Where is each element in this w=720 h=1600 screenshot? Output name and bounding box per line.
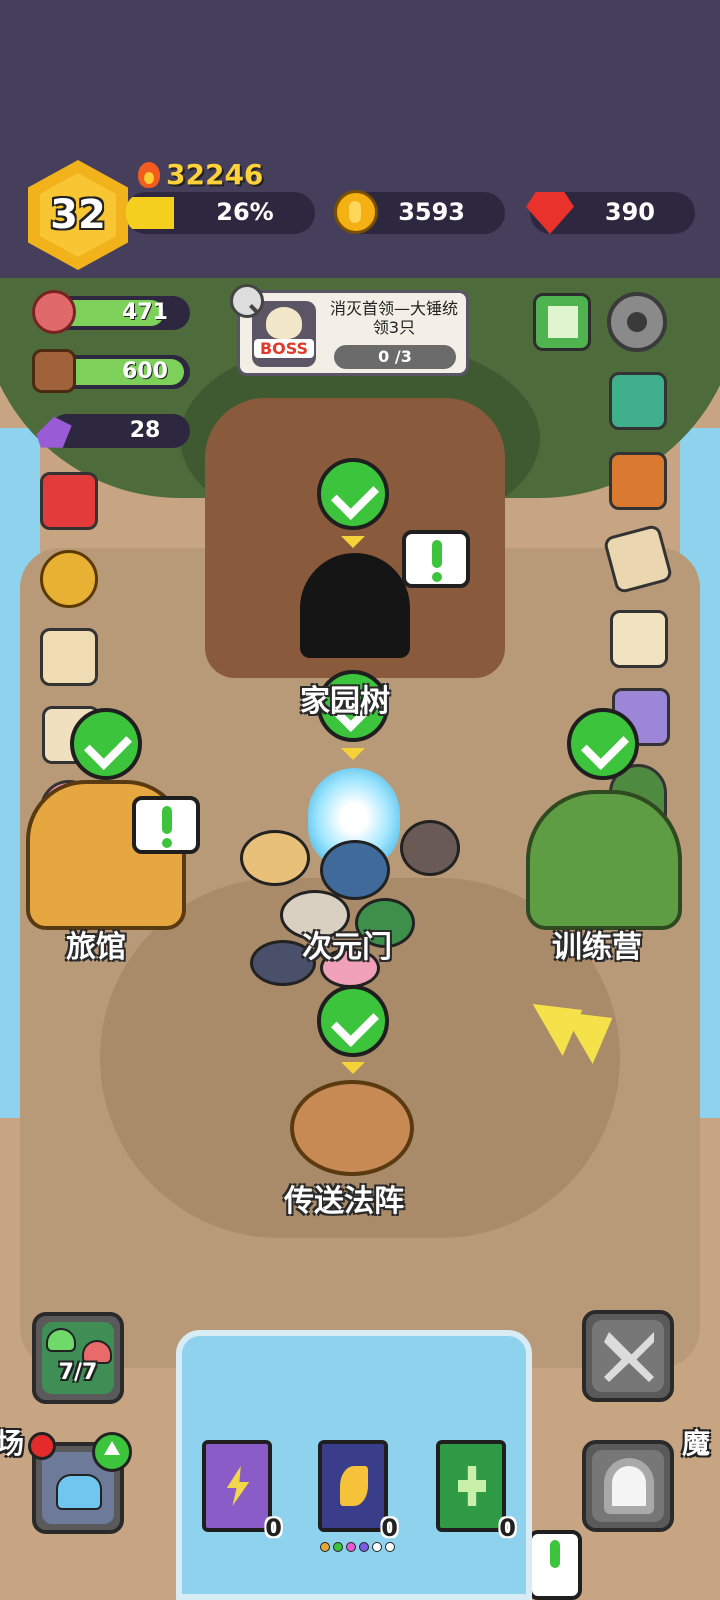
hero-pharaoh[interactable] — [240, 830, 310, 886]
check-icon — [317, 458, 389, 530]
label-training-camp: 训练营 — [552, 930, 642, 965]
green-slime-icon — [46, 1328, 76, 1352]
meat-resource[interactable]: 471 — [32, 290, 190, 334]
boss-quest-panel[interactable]: BOSS 消灭首领—大锤统领3只 0 /3 — [237, 290, 469, 376]
meat-icon — [32, 290, 76, 334]
upgrade-arrow-icon — [92, 1432, 132, 1472]
heal-book-count: 0 — [499, 1514, 516, 1542]
green-book-icon[interactable] — [533, 293, 591, 351]
check-icon — [70, 708, 142, 780]
page-indicator — [320, 1542, 395, 1552]
flame-icon — [138, 161, 160, 188]
label-portal: 次元门 — [302, 930, 392, 965]
scroll-icon[interactable] — [610, 610, 668, 668]
hero-knight[interactable] — [320, 840, 390, 900]
lightning-book-icon[interactable]: 0 — [202, 1440, 282, 1542]
notification-dot-icon — [28, 1432, 56, 1460]
gem-counter[interactable]: 390 — [526, 192, 695, 234]
backpack-icon[interactable] — [609, 452, 667, 510]
ore-value: 28 — [129, 418, 161, 443]
xp-bar-fill — [125, 197, 175, 229]
label-left-building-partial: 场 — [0, 1427, 25, 1460]
xp-percent: 26% — [216, 198, 274, 226]
boss-quest-title: 消灭首领—大锤统领3只 — [329, 299, 458, 337]
player-level: 32 — [50, 192, 106, 238]
medal-badge-icon[interactable] — [40, 550, 98, 608]
gem-value: 390 — [604, 198, 655, 226]
teleport-pad[interactable] — [290, 1080, 414, 1176]
battle-swords-button[interactable] — [582, 1310, 674, 1402]
exclamation-bubble-icon[interactable] — [402, 530, 470, 588]
wing-book-count: 0 — [381, 1514, 398, 1542]
magnifier-icon[interactable] — [230, 284, 264, 318]
exclamation-bubble-icon[interactable] — [132, 796, 200, 854]
label-teleport-array: 传送法阵 — [284, 1184, 404, 1219]
label-inn: 旅馆 — [66, 930, 126, 965]
home-tree-entrance[interactable] — [300, 553, 410, 658]
power-display: 32246 — [138, 158, 263, 191]
boss-skull-icon: BOSS — [252, 301, 316, 367]
boss-badge: BOSS — [254, 339, 314, 358]
boss-quest-progress: 0 /3 — [334, 345, 456, 369]
label-right-building-partial: 魔 — [682, 1427, 711, 1460]
stone-gate-icon — [604, 1458, 654, 1514]
quest-scroll-icon[interactable] — [40, 628, 98, 686]
meat-value: 471 — [122, 300, 168, 325]
mail-envelope-icon[interactable] — [609, 372, 667, 430]
wing-book-icon[interactable]: 0 — [318, 1440, 398, 1542]
gold-coin-icon — [334, 190, 378, 234]
slime-team-button[interactable]: 7/7 — [32, 1312, 124, 1404]
double-arrow-icon[interactable] — [532, 984, 628, 1064]
wood-resource[interactable]: 600 — [32, 349, 190, 393]
wood-icon — [32, 349, 76, 393]
label-home-tree: 家园树 — [300, 684, 390, 719]
power-value: 32246 — [166, 158, 264, 191]
check-icon — [317, 985, 389, 1057]
check-icon — [567, 708, 639, 780]
lightning-book-count: 0 — [265, 1514, 282, 1542]
gold-value: 3593 — [398, 198, 465, 226]
training-camp-building[interactable] — [526, 790, 682, 930]
gold-counter[interactable]: 3593 — [334, 190, 505, 234]
exclamation-bubble-icon[interactable] — [528, 1530, 582, 1600]
shop-stall-icon[interactable] — [40, 472, 98, 530]
hero-hedgehog[interactable] — [400, 820, 460, 876]
wood-value: 600 — [122, 359, 168, 384]
slime-count: 7/7 — [58, 1360, 98, 1385]
heal-book-icon[interactable]: 0 — [436, 1440, 516, 1542]
blue-slime-icon — [56, 1474, 102, 1510]
portal-gate-button[interactable] — [582, 1440, 674, 1532]
xp-bar: 26% — [125, 192, 315, 234]
ore-resource[interactable]: 28 — [36, 414, 190, 448]
settings-gear-icon[interactable] — [607, 292, 667, 352]
player-level-badge[interactable]: 32 — [28, 160, 128, 270]
